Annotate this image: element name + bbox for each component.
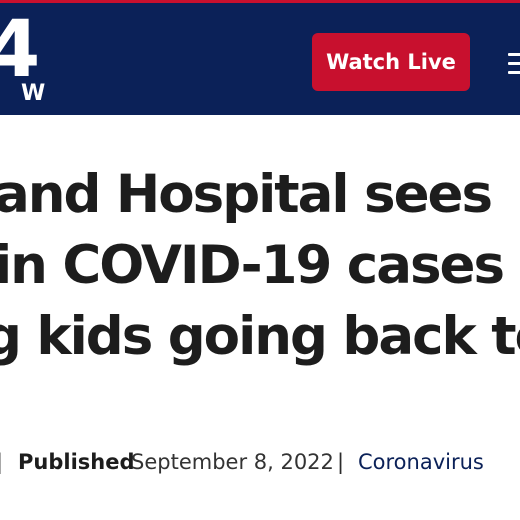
published-date: September 8, 2022 [131,450,334,474]
headline-line: g kids going back to [0,306,520,367]
meta-separator: | [337,450,345,474]
page: 4 W Watch Live and Hospital sees in COVI… [0,0,520,520]
site-header: 4 W Watch Live [0,3,520,115]
watch-live-button[interactable]: Watch Live [312,33,470,91]
logo-letter: W [21,81,46,106]
meta-separator: | [0,446,3,478]
logo-number: 4 [0,5,40,95]
published-label: Published [18,450,135,474]
category-link[interactable]: Coronavirus [358,446,484,478]
hamburger-menu-icon[interactable] [508,53,520,75]
headline-line: and Hospital sees [0,164,493,225]
headline-line: in COVID-19 cases [0,235,505,296]
